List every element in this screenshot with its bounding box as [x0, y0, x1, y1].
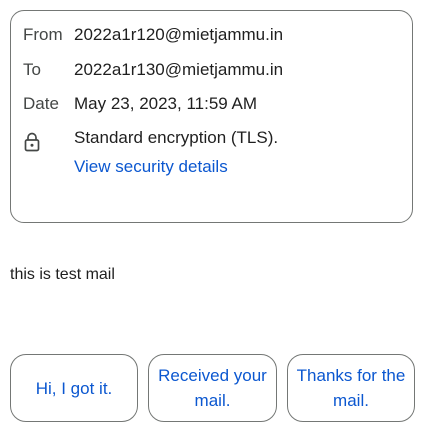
from-label: From: [23, 25, 63, 44]
date-value: May 23, 2023, 11:59 AM: [74, 94, 258, 113]
message-details-card: From 2022a1r120@mietjammu.in To 2022a1r1…: [10, 10, 413, 223]
lock-icon: [24, 132, 40, 152]
to-address: 2022a1r130@mietjammu.in: [74, 60, 284, 79]
smart-reply-label: Thanks for the mail.: [296, 366, 406, 410]
message-body: this is test mail: [10, 266, 115, 283]
date-label: Date: [23, 94, 59, 113]
smart-reply-chip-1[interactable]: Hi, I got it.: [10, 354, 138, 422]
security-text: Standard encryption (TLS).: [74, 128, 279, 147]
smart-reply-label: Hi, I got it.: [35, 378, 113, 398]
smart-reply-label: Received your mail.: [158, 366, 267, 410]
smart-reply-chip-2[interactable]: Received your mail.: [148, 354, 277, 422]
view-security-details-link[interactable]: View security details: [74, 157, 228, 177]
from-address: 2022a1r120@mietjammu.in: [74, 25, 284, 44]
to-label: To: [23, 60, 41, 79]
smart-reply-chip-3[interactable]: Thanks for the mail.: [287, 354, 415, 422]
